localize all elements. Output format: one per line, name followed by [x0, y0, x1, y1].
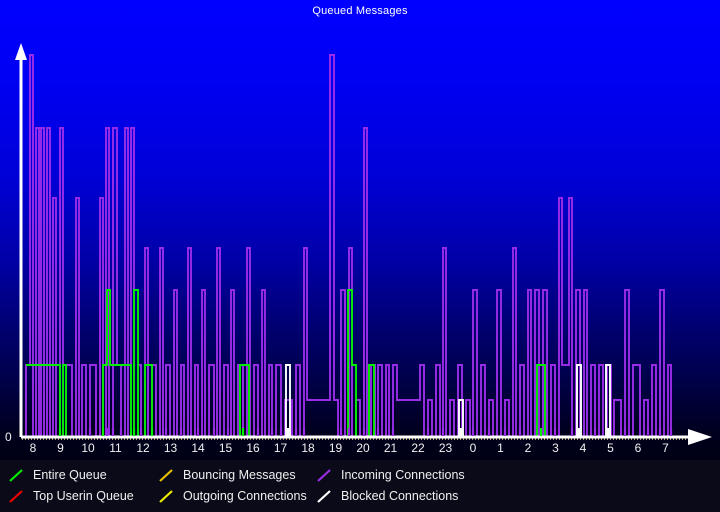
- x-tick-label: 19: [328, 441, 343, 455]
- legend-label: Outgoing Connections: [183, 488, 307, 503]
- x-tick-label: 0: [469, 441, 477, 455]
- plot-svg: [15, 43, 712, 445]
- x-tick-label: 22: [411, 441, 425, 455]
- legend-entry[interactable]: Incoming Connections: [316, 466, 465, 484]
- legend-entry[interactable]: Blocked Connections: [316, 487, 458, 505]
- x-tick-label: 6: [634, 441, 642, 455]
- y-axis-zero-label: 0: [5, 430, 12, 444]
- x-axis-tick-labels: 8 9 10 11 12 13 14 15 16 17 18 19 20 21 22 23 0 1 2 3 4 5 6 7: [0, 441, 720, 459]
- x-tick-label: 17: [273, 441, 288, 455]
- legend-label: Entire Queue: [33, 467, 107, 482]
- legend-entry[interactable]: Entire Queue: [8, 466, 107, 484]
- x-tick-label: 2: [524, 441, 532, 455]
- legend-entry[interactable]: Outgoing Connections: [158, 487, 307, 505]
- legend-line-swatch-icon: [8, 468, 25, 483]
- x-tick-label: 7: [662, 441, 669, 455]
- x-tick-label: 3: [552, 441, 559, 455]
- x-tick-label: 12: [136, 441, 150, 455]
- legend-label: Blocked Connections: [341, 488, 459, 503]
- up-arrow-icon: [15, 43, 27, 60]
- x-tick-label: 21: [383, 441, 398, 455]
- baseline-event-pips: [58, 428, 673, 436]
- legend-line-swatch-icon: [316, 468, 333, 483]
- x-tick-label: 23: [438, 441, 453, 455]
- x-tick-label: 10: [81, 441, 95, 455]
- x-tick-label: 13: [163, 441, 178, 455]
- x-tick-label: 9: [57, 441, 64, 455]
- legend-label: Top Userin Queue: [33, 488, 134, 503]
- legend-line-swatch-icon: [316, 489, 333, 504]
- x-tick-label: 16: [246, 441, 260, 455]
- legend-line-swatch-icon: [158, 489, 175, 504]
- chart-screenshot: Queued Messages 8 9 10 11 12 13 14 15 16…: [0, 0, 720, 512]
- legend-label: Incoming Connections: [341, 467, 465, 482]
- legend-label: Bouncing Messages: [183, 467, 296, 482]
- x-tick-label: 14: [191, 441, 205, 455]
- legend-entry[interactable]: Top Userin Queue: [8, 487, 134, 505]
- x-tick-label: 11: [109, 441, 122, 455]
- legend-entry[interactable]: Bouncing Messages: [158, 466, 296, 484]
- x-tick-label: 4: [579, 441, 587, 455]
- x-tick-label: 5: [607, 441, 614, 455]
- x-tick-label: 8: [29, 441, 37, 455]
- legend-line-swatch-icon: [158, 468, 175, 483]
- x-tick-label: 1: [497, 441, 504, 455]
- chart-legend: Entire Queue Top Userin Queue Bouncing Mes…: [0, 460, 720, 512]
- x-tick-label: 18: [301, 441, 315, 455]
- legend-line-swatch-icon: [8, 489, 25, 504]
- plot-area: Queued Messages 8 9 10 11 12 13 14 15 16…: [0, 0, 720, 460]
- x-tick-label: 20: [356, 441, 370, 455]
- x-tick-label: 15: [218, 441, 233, 455]
